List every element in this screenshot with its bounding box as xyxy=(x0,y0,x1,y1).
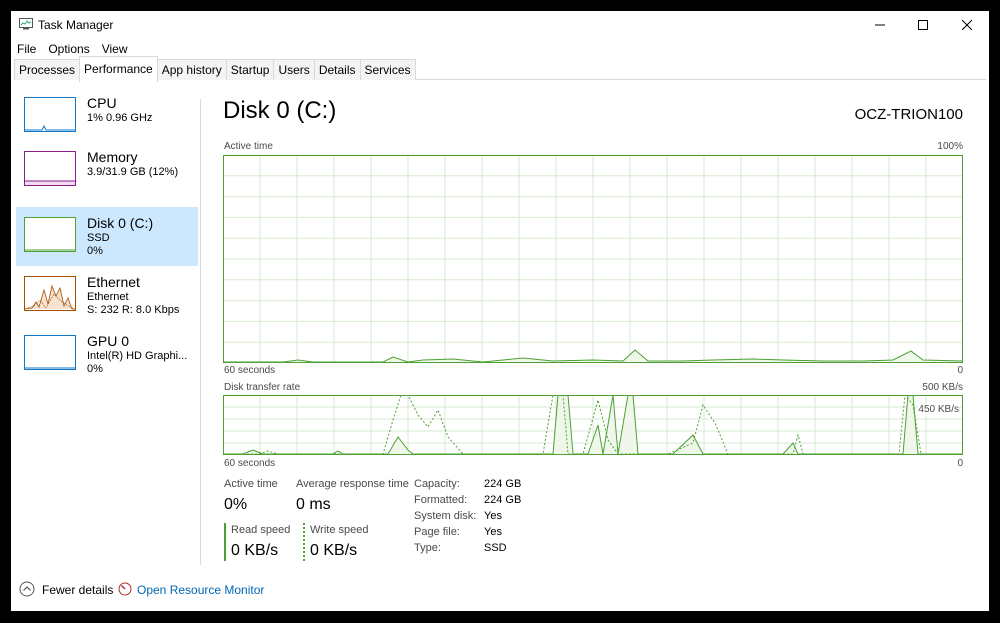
menu-file[interactable]: File xyxy=(11,39,42,59)
transfer-rate-chart-label: Disk transfer rate xyxy=(224,382,301,393)
close-icon xyxy=(961,20,972,30)
tab-bar: Processes Performance App history Startu… xyxy=(14,56,986,82)
formatted-value: 224 GB xyxy=(484,494,522,506)
capacity-label: Capacity: xyxy=(414,478,460,490)
sidebar-separator xyxy=(200,99,201,565)
task-manager-window: Task Manager File Options View Processes… xyxy=(11,11,989,611)
page-file-label: Page file: xyxy=(414,526,460,538)
active-time-graph xyxy=(223,155,963,363)
sidebar-item-label: Ethernet xyxy=(87,274,140,290)
sidebar-item-detail: Intel(R) HD Graphi... xyxy=(87,350,188,362)
window-title: Task Manager xyxy=(38,18,114,32)
minimize-icon xyxy=(874,24,885,26)
sidebar-item-label: Memory xyxy=(87,149,138,165)
transfer-rate-mid: 450 KB/s xyxy=(918,404,959,415)
sidebar-item-detail: Ethernet xyxy=(87,291,129,303)
page-file-value: Yes xyxy=(484,526,502,538)
read-speed-marker xyxy=(224,523,226,561)
sidebar-item-detail: SSD xyxy=(87,232,110,244)
sidebar-item-detail: 3.9/31.9 GB (12%) xyxy=(87,166,179,178)
active-time-stat-value: 0% xyxy=(224,496,248,513)
capacity-value: 224 GB xyxy=(484,478,522,490)
read-speed-value: 0 KB/s xyxy=(231,542,279,559)
resource-monitor-icon xyxy=(118,582,132,596)
page-title: Disk 0 (C:) xyxy=(223,97,337,124)
sidebar-item-label: GPU 0 xyxy=(87,333,130,349)
ethernet-thumbnail-graph xyxy=(24,276,76,311)
tab-users[interactable]: Users xyxy=(273,59,315,80)
system-disk-label: System disk: xyxy=(414,510,477,522)
memory-thumbnail-graph xyxy=(24,151,76,186)
tab-app-history[interactable]: App history xyxy=(156,59,227,80)
system-disk-value: Yes xyxy=(484,510,502,522)
write-speed-label: Write speed xyxy=(310,524,369,536)
sidebar-item-disk[interactable]: Disk 0 (C:) SSD 0% xyxy=(16,207,198,266)
close-button[interactable] xyxy=(944,11,989,39)
transfer-rate-x-start: 60 seconds xyxy=(224,458,276,469)
sidebar-item-memory[interactable]: Memory 3.9/31.9 GB (12%) xyxy=(16,149,198,208)
active-time-chart-max: 100% xyxy=(937,141,963,152)
minimize-button[interactable] xyxy=(857,11,902,39)
tab-services[interactable]: Services xyxy=(359,59,416,80)
title-bar: Task Manager xyxy=(11,11,989,39)
fewer-details-link[interactable]: Fewer details xyxy=(42,583,113,597)
active-time-grid xyxy=(223,155,963,363)
formatted-label: Formatted: xyxy=(414,494,468,506)
sidebar-item-usage: 0% xyxy=(87,245,103,257)
gpu-thumbnail-graph xyxy=(24,335,76,370)
footer-bar: Fewer details Open Resource Monitor xyxy=(11,579,989,601)
sidebar-item-detail: 1% 0.96 GHz xyxy=(87,112,153,124)
sidebar-item-ethernet[interactable]: Ethernet Ethernet S: 232 R: 8.0 Kbps xyxy=(16,270,198,329)
type-label: Type: xyxy=(414,542,441,554)
active-time-x-end: 0 xyxy=(957,365,963,376)
read-speed-label: Read speed xyxy=(231,524,291,536)
open-resource-monitor-link[interactable]: Open Resource Monitor xyxy=(137,583,264,597)
sidebar-item-label: Disk 0 (C:) xyxy=(87,215,154,231)
sidebar-item-usage: S: 232 R: 8.0 Kbps xyxy=(87,304,180,316)
tab-processes[interactable]: Processes xyxy=(14,59,81,80)
sidebar-item-usage: 0% xyxy=(87,363,103,375)
tab-startup[interactable]: Startup xyxy=(225,59,275,80)
disk-details-panel: Disk 0 (C:) OCZ-TRION100 Active time 100… xyxy=(223,91,963,561)
avg-response-value: 0 ms xyxy=(296,496,331,513)
active-time-chart-label: Active time xyxy=(224,141,273,152)
sidebar-item-gpu[interactable]: GPU 0 Intel(R) HD Graphi... 0% xyxy=(16,329,198,388)
sidebar-item-cpu[interactable]: CPU 1% 0.96 GHz xyxy=(16,95,198,154)
type-value: SSD xyxy=(484,542,507,554)
resource-sidebar: CPU 1% 0.96 GHz Memory 3.9/31.9 GB (12%)… xyxy=(11,91,201,561)
task-manager-icon xyxy=(19,18,33,30)
disk-thumbnail-graph xyxy=(24,217,76,252)
cpu-thumbnail-graph xyxy=(24,97,76,132)
maximize-icon xyxy=(917,20,928,30)
maximize-button[interactable] xyxy=(900,11,945,39)
active-time-x-start: 60 seconds xyxy=(224,365,276,376)
transfer-rate-graph xyxy=(223,395,963,455)
active-time-stat-label: Active time xyxy=(224,478,278,490)
disk-model: OCZ-TRION100 xyxy=(854,106,963,123)
avg-response-label: Average response time xyxy=(296,478,409,490)
tab-details[interactable]: Details xyxy=(313,59,361,80)
transfer-rate-chart-max: 500 KB/s xyxy=(922,382,963,393)
transfer-rate-x-end: 0 xyxy=(957,458,963,469)
sidebar-item-label: CPU xyxy=(87,95,117,111)
write-speed-marker xyxy=(303,523,305,561)
write-speed-value: 0 KB/s xyxy=(310,542,358,559)
chevron-up-circle-icon[interactable] xyxy=(19,581,35,597)
tab-performance[interactable]: Performance xyxy=(79,56,158,82)
